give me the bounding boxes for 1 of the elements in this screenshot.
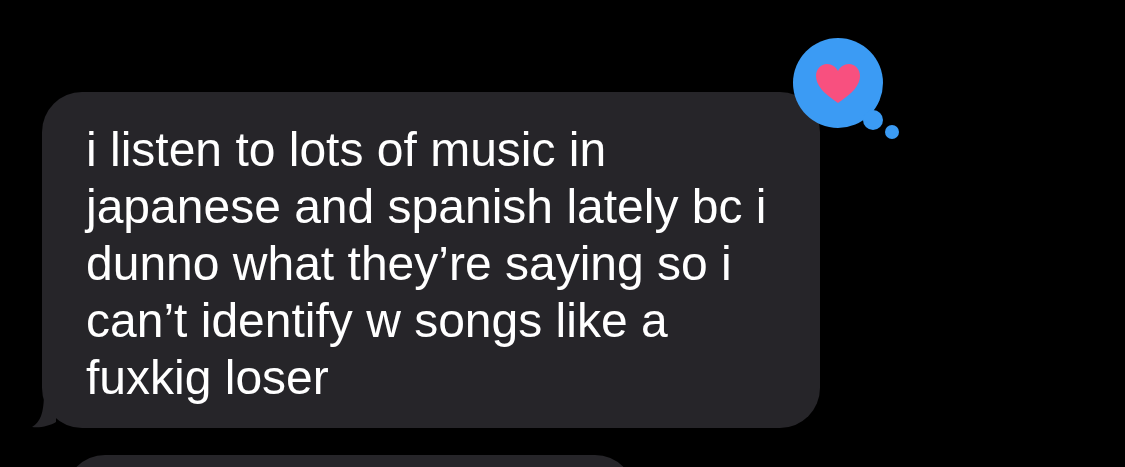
message-text: i listen to lots of music in japanese and spanish lately bc i dunno what they’re saying so i can’t identify w songs like a fuxkig loser	[86, 122, 768, 406]
